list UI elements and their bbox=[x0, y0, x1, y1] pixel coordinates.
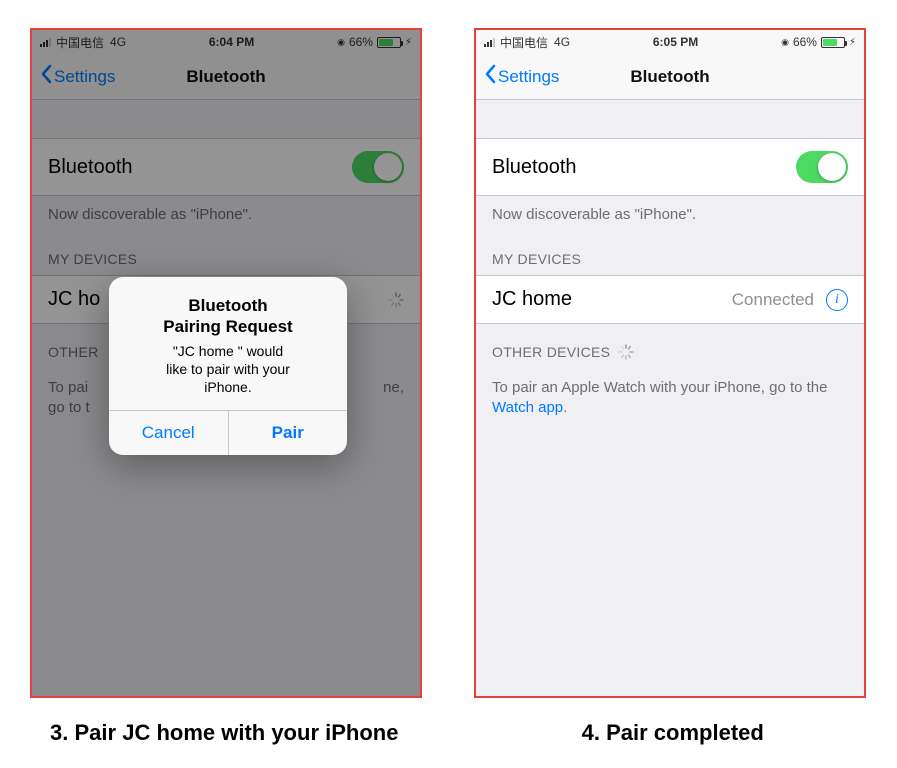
back-button[interactable]: Settings bbox=[484, 64, 559, 89]
help-text: To pair an Apple Watch with your iPhone,… bbox=[476, 368, 864, 429]
caption-step-3: 3. Pair JC home with your iPhone bbox=[0, 720, 449, 746]
page-title: Bluetooth bbox=[630, 67, 709, 87]
nav-bar: Settings Bluetooth bbox=[476, 54, 864, 100]
chevron-left-icon bbox=[484, 64, 496, 89]
bolt-icon: ⚡︎ bbox=[849, 37, 856, 48]
info-icon[interactable]: i bbox=[826, 289, 848, 311]
alert-message: "JC home " would like to pair with your … bbox=[127, 342, 329, 397]
cancel-button[interactable]: Cancel bbox=[109, 411, 228, 455]
carrier-label: 中国电信 bbox=[500, 34, 548, 51]
status-bar: 中国电信 4G 6:05 PM ◉ 66% ⚡︎ bbox=[476, 30, 864, 54]
pairing-alert: Bluetooth Pairing Request "JC home " wou… bbox=[109, 277, 347, 455]
signal-icon bbox=[484, 37, 498, 47]
battery-icon bbox=[821, 37, 845, 48]
phone-step-4: 中国电信 4G 6:05 PM ◉ 66% ⚡︎ Settings Blueto… bbox=[474, 28, 866, 698]
clock: 6:05 PM bbox=[653, 35, 698, 49]
discoverable-note: Now discoverable as "iPhone". bbox=[476, 196, 864, 231]
bluetooth-toggle-row: Bluetooth bbox=[476, 138, 864, 196]
spinner-icon bbox=[618, 344, 634, 360]
caption-step-4: 4. Pair completed bbox=[449, 720, 897, 746]
network-label: 4G bbox=[554, 35, 570, 49]
back-label: Settings bbox=[498, 67, 559, 87]
alert-title: Bluetooth Pairing Request bbox=[127, 295, 329, 338]
other-devices-header: OTHER DEVICES bbox=[476, 324, 864, 368]
device-status: Connected bbox=[732, 290, 814, 310]
phone-step-3: 中国电信 4G 6:04 PM ◉ 66% ⚡︎ Settings Blueto… bbox=[30, 28, 422, 698]
device-row[interactable]: JC home Connected i bbox=[476, 275, 864, 324]
battery-percent: 66% bbox=[793, 35, 817, 49]
device-name: JC home bbox=[492, 288, 572, 311]
pair-button[interactable]: Pair bbox=[228, 411, 348, 455]
bluetooth-label: Bluetooth bbox=[492, 156, 577, 179]
location-icon: ◉ bbox=[781, 37, 789, 48]
bluetooth-toggle[interactable] bbox=[796, 151, 848, 183]
watch-app-link[interactable]: Watch app bbox=[492, 399, 563, 416]
my-devices-header: MY DEVICES bbox=[476, 231, 864, 275]
